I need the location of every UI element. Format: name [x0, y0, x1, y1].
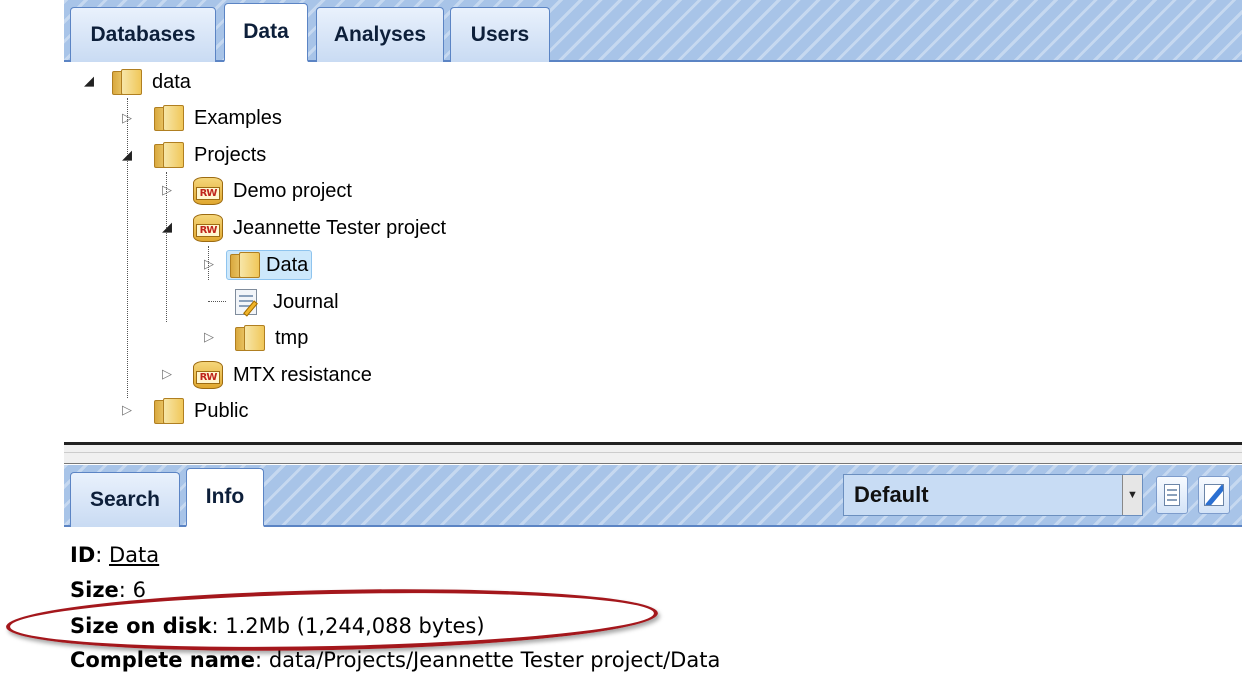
dropdown-arrow-icon[interactable]: ▼ — [1122, 475, 1142, 515]
info-key: Size on disk — [70, 614, 212, 638]
folder-icon — [235, 325, 265, 351]
tree-guide-line — [208, 301, 226, 302]
edit-button[interactable] — [1198, 476, 1230, 514]
selected-node-highlight: Data — [226, 250, 313, 280]
collapse-toggle-icon[interactable]: ▷ — [122, 403, 132, 416]
tab-search[interactable]: Search — [70, 472, 180, 527]
collapse-toggle-icon[interactable]: ▷ — [162, 367, 172, 380]
tree-node-label: Demo project — [233, 179, 352, 202]
folder-icon — [154, 105, 184, 131]
tab-analyses[interactable]: Analyses — [316, 7, 444, 62]
tab-data[interactable]: Data — [224, 3, 308, 62]
tree-node-data[interactable]: data — [112, 66, 195, 98]
expand-toggle-icon[interactable]: ◢ — [162, 220, 172, 233]
info-key: ID — [70, 543, 96, 567]
tree-node-examples[interactable]: Examples — [154, 102, 286, 134]
tab-users[interactable]: Users — [450, 7, 550, 62]
info-row-complete-name: Complete name: data/Projects/Jeannette T… — [70, 648, 721, 672]
collapse-toggle-icon[interactable]: ▷ — [122, 111, 132, 124]
tree-node-journal[interactable]: Journal — [233, 286, 343, 318]
folder-icon — [154, 398, 184, 424]
tree-node-label: Journal — [273, 290, 339, 313]
journal-icon — [233, 288, 263, 317]
tree-node-projects[interactable]: Projects — [154, 139, 270, 171]
tree-node-label: Jeannette Tester project — [233, 216, 447, 239]
tree-guide-line — [127, 98, 128, 398]
project-database-icon: RW — [193, 214, 223, 242]
info-value: 1.2Mb (1,244,088 bytes) — [225, 614, 485, 638]
collapse-toggle-icon[interactable]: ▷ — [204, 330, 214, 343]
folder-icon — [112, 69, 142, 95]
repository-tree: ◢ data ▷ Examples ◢ Projects ▷ RW Demo p… — [0, 62, 1242, 442]
project-database-icon: RW — [193, 177, 223, 205]
view-select-value: Default — [854, 482, 929, 507]
info-value: 6 — [132, 578, 146, 602]
folder-icon — [230, 252, 260, 278]
tree-node-label: MTX resistance — [233, 363, 372, 386]
edit-pencil-icon — [1204, 484, 1224, 506]
info-row-size-on-disk: Size on disk: 1.2Mb (1,244,088 bytes) — [70, 614, 485, 638]
tree-node-label: Public — [194, 399, 249, 422]
tree-node-demo-project[interactable]: RW Demo project — [193, 175, 356, 207]
view-select[interactable]: Default ▼ — [843, 474, 1143, 516]
collapse-toggle-icon[interactable]: ▷ — [204, 257, 214, 270]
expand-toggle-icon[interactable]: ◢ — [84, 74, 94, 87]
tree-node-label: data — [152, 70, 191, 93]
main-tab-bar: Databases Data Analyses Users — [64, 0, 1242, 62]
tab-databases[interactable]: Databases — [70, 7, 216, 62]
tree-node-tmp[interactable]: tmp — [235, 322, 312, 354]
tree-node-mtx-resistance[interactable]: RW MTX resistance — [193, 359, 376, 391]
tree-node-label: Projects — [194, 143, 267, 166]
info-value: data/Projects/Jeannette Tester project/D… — [268, 648, 721, 672]
project-database-icon: RW — [193, 361, 223, 389]
expand-toggle-icon[interactable]: ◢ — [122, 148, 132, 161]
folder-icon — [154, 142, 184, 168]
info-id-link[interactable]: Data — [109, 543, 159, 567]
tree-node-data-selected[interactable]: Data — [226, 249, 313, 281]
info-key: Size — [70, 578, 119, 602]
document-icon — [1164, 484, 1180, 506]
collapse-toggle-icon[interactable]: ▷ — [162, 183, 172, 196]
info-row-id: ID: Data — [70, 543, 160, 567]
tree-node-label: Examples — [194, 106, 282, 129]
tree-node-label: tmp — [275, 326, 309, 349]
info-row-size: Size: 6 — [70, 578, 146, 602]
tree-node-label: Data — [266, 253, 309, 276]
info-key: Complete name — [70, 648, 256, 672]
tree-node-jeannette-tester-project[interactable]: RW Jeannette Tester project — [193, 212, 450, 244]
pane-splitter[interactable] — [64, 442, 1242, 464]
tree-node-public[interactable]: Public — [154, 395, 252, 427]
document-button[interactable] — [1156, 476, 1188, 514]
tab-info[interactable]: Info — [186, 468, 264, 527]
